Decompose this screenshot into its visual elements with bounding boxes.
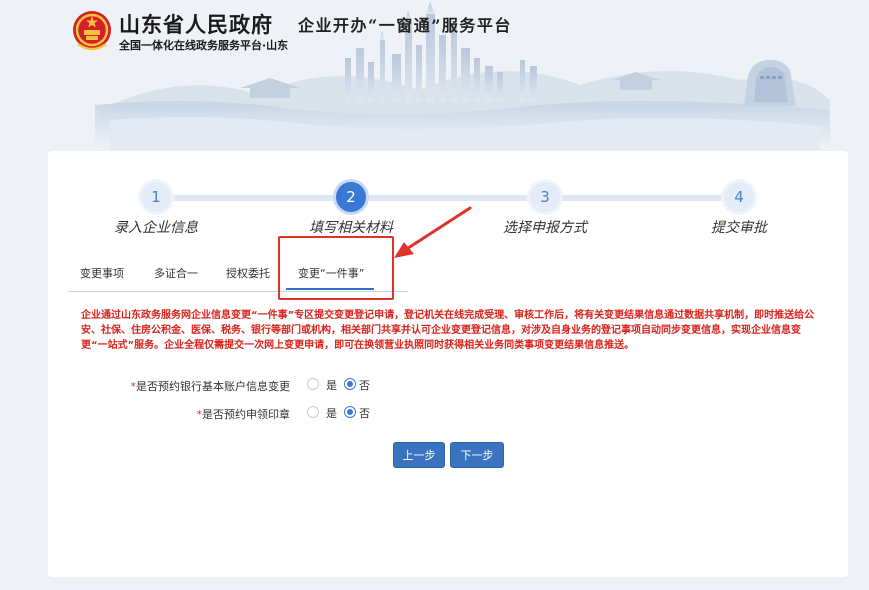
next-button[interactable]: 下一步 [450,442,504,468]
radio-no[interactable] [344,378,356,390]
tab-authorization[interactable]: 授权委托 [226,265,270,281]
step-1-label: 录入企业信息 [114,220,198,236]
mount-tai-rock-icon [744,59,796,106]
tab-change-items[interactable]: 变更事项 [80,265,124,281]
red-arrow-icon [394,206,472,258]
form-row-seal: *是否预约申领印章 是 否 [48,403,848,423]
tab-multi-certificate[interactable]: 多证合一 [154,265,198,281]
radio-yes[interactable] [307,406,319,418]
radio-yes-label[interactable]: 是 [326,405,337,421]
gov-title: 山东省人民政府 [119,13,273,37]
step-connector [558,195,736,201]
national-emblem-icon [73,11,111,51]
page-header: 山东省人民政府 全国一体化在线政务服务平台·山东 企业开办“一窗通”服务平台 [0,0,869,150]
radio-yes-label[interactable]: 是 [326,377,337,393]
step-4-circle: 4 [724,182,754,212]
radio-no-label[interactable]: 否 [359,405,370,421]
radio-no-label[interactable]: 否 [359,377,370,393]
form-label: *是否预约银行基本账户信息变更 [130,380,291,393]
radio-no[interactable] [344,406,356,418]
step-4-label: 提交审批 [711,220,767,236]
step-1-circle: 1 [141,182,171,212]
platform-title: 企业开办“一窗通”服务平台 [298,16,512,35]
radio-yes[interactable] [307,378,319,390]
step-2-circle: 2 [336,182,366,212]
step-3-label: 选择申报方式 [503,220,587,236]
gov-subtitle: 全国一体化在线政务服务平台·山东 [119,39,289,52]
step-connector [156,195,346,201]
prev-button[interactable]: 上一步 [393,442,445,468]
form-label: *是否预约申领印章 [196,408,291,421]
highlight-box [278,236,394,300]
step-3-circle: 3 [530,182,560,212]
notice-text: 企业通过山东政务服务网企业信息变更“一件事”专区提交变更登记申请，登记机关在线完… [81,310,815,351]
form-row-bank-account: *是否预约银行基本账户信息变更 是 否 [48,375,848,395]
